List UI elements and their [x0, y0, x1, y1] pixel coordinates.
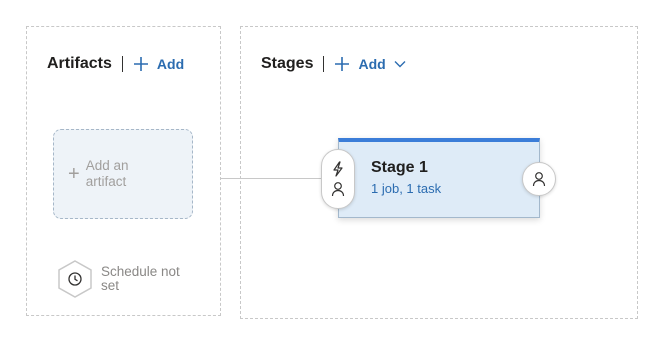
plus-icon: [335, 57, 350, 71]
person-icon: [532, 172, 546, 187]
add-artifact-tile-label: Add an artifact: [85, 158, 129, 189]
add-artifact-label: Add: [156, 56, 185, 72]
plus-icon: +: [68, 163, 80, 185]
stage-card[interactable]: Stage 1 1 job, 1 task: [338, 138, 540, 218]
artifacts-panel: Artifacts Add + Add an artifact Schedule…: [26, 26, 221, 316]
stages-header: Stages Add: [261, 55, 414, 73]
plus-icon: [133, 57, 148, 71]
stage-name: Stage 1: [371, 159, 428, 176]
lightning-icon: [333, 161, 343, 177]
stage-summary-link[interactable]: 1 job, 1 task: [371, 181, 441, 196]
schedule-label: Schedule not set: [101, 264, 180, 293]
add-stage-button[interactable]: Add: [334, 56, 413, 72]
pre-deployment-conditions[interactable]: [321, 149, 355, 209]
header-separator: [121, 56, 123, 72]
artifacts-title: Artifacts: [47, 55, 112, 72]
add-artifact-tile[interactable]: + Add an artifact: [53, 129, 193, 219]
chevron-down-icon: [394, 61, 406, 68]
header-separator: [323, 56, 325, 72]
post-deployment-conditions[interactable]: [522, 162, 556, 196]
add-artifact-button[interactable]: Add: [133, 56, 184, 72]
add-stage-label: Add: [358, 56, 386, 72]
stages-title: Stages: [261, 55, 314, 72]
artifacts-header: Artifacts Add: [47, 55, 184, 73]
schedule-trigger[interactable]: Schedule not set: [57, 259, 181, 299]
person-icon: [331, 182, 345, 197]
clock-icon: [58, 260, 92, 298]
